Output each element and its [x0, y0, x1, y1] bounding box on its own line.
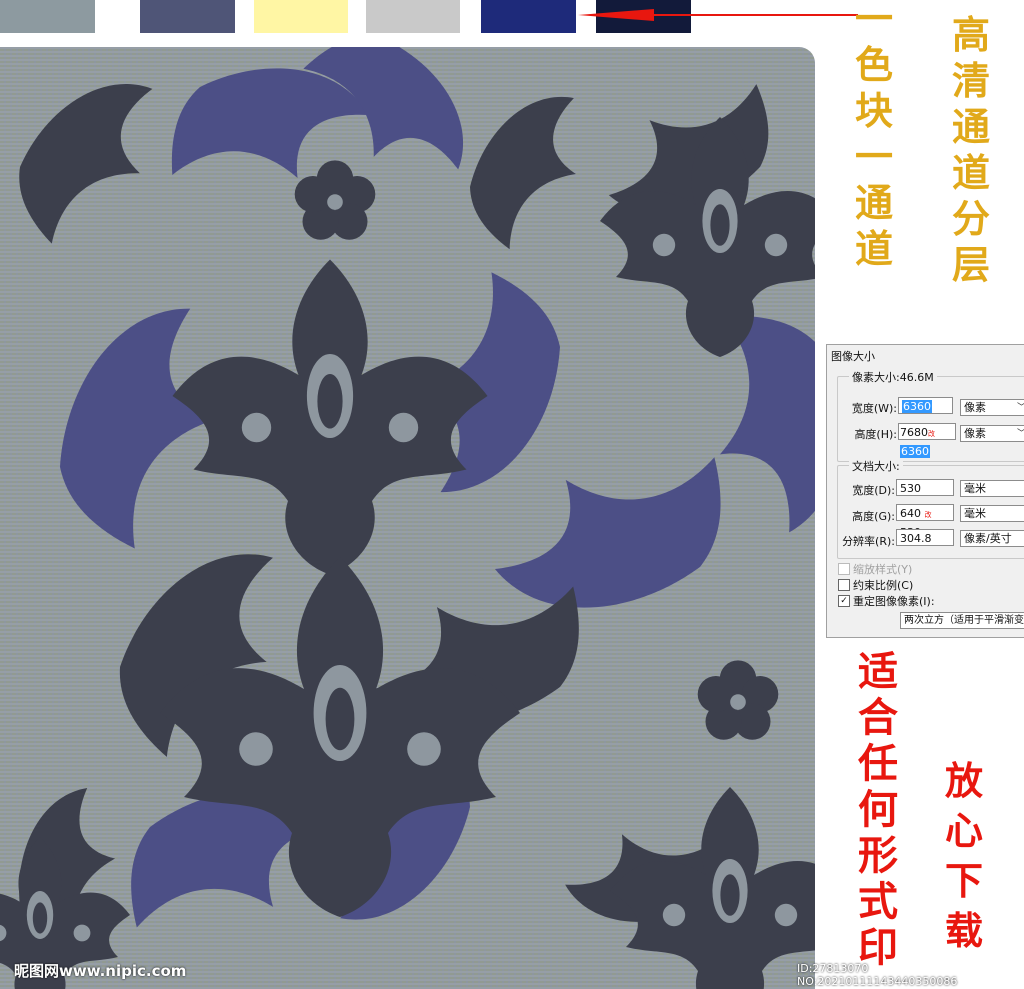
annotation-column-two: 高 清 通 道 分 层	[952, 16, 990, 284]
height-input[interactable]: 7680改 6360	[898, 423, 956, 458]
scale-styles-checkbox[interactable]: 缩放样式(Y)	[838, 561, 912, 577]
resample-method: 两次立方（适用于平滑渐变	[904, 615, 1024, 626]
annotation-column-four: 放 心 下 载	[945, 762, 983, 950]
swatch-5	[481, 0, 576, 33]
constrain-label: 约束比例(C)	[853, 579, 914, 592]
image-size-dialog: 图像大小 像素大小:46.6M 宽度(W): 6360 像素 ﹀ 高度(H): 7…	[826, 344, 1024, 638]
height-value-old: 7680	[900, 426, 928, 439]
annotation-char: 层	[952, 242, 991, 287]
swatch-4	[366, 0, 460, 33]
check-icon: ✓	[838, 595, 850, 607]
width-unit-select[interactable]: 像素 ﹀	[960, 399, 1024, 416]
annotation-char: 式	[858, 878, 898, 925]
scale-styles-label: 缩放样式(Y)	[853, 563, 913, 576]
width-unit: 像素	[964, 401, 986, 414]
resolution-unit: 像素/英寸	[964, 532, 1012, 545]
doc-width-unit-select[interactable]: 毫米	[960, 480, 1024, 497]
swatch-3	[254, 0, 348, 33]
resample-checkbox[interactable]: ✓ 重定图像像素(I):	[838, 593, 935, 609]
red-arrow-icon	[578, 9, 858, 21]
annotation-char: 心	[945, 808, 984, 853]
doc-height-unit: 毫米	[964, 507, 986, 520]
site-watermark: 昵图网www.nipic.com	[14, 962, 187, 980]
swatch-2	[140, 0, 235, 33]
annotation-char: 清	[952, 58, 991, 103]
doc-height-value-old: 640	[900, 507, 921, 520]
annotation-char: 通	[952, 104, 991, 149]
height-unit-select[interactable]: 像素 ﹀	[960, 425, 1024, 442]
height-label: 高度(H):	[854, 428, 897, 441]
height-unit: 像素	[964, 427, 986, 440]
damask-pattern-image	[0, 47, 815, 989]
annotation-char: 放	[945, 758, 984, 803]
doc-width-value: 530	[900, 482, 921, 495]
resample-label: 重定图像像素(I):	[853, 595, 935, 608]
annotation-char: 道	[855, 226, 894, 271]
chevron-down-icon: ﹀	[1017, 426, 1024, 442]
annotation-char: 形	[858, 832, 898, 879]
annotation-char: 适	[858, 648, 898, 695]
doc-height-label: 高度(G):	[852, 510, 895, 523]
id-watermark: ID:27813070 NO:20210111143440350086	[797, 962, 958, 988]
annotation-char: 高	[952, 12, 991, 57]
annotation-char: 色	[855, 42, 894, 87]
resolution-value: 304.8	[900, 532, 932, 545]
annotation-char: 通	[855, 180, 894, 225]
resample-method-select[interactable]: 两次立方（适用于平滑渐变	[900, 612, 1024, 629]
width-label: 宽度(W):	[851, 402, 897, 415]
annotation-column-one: 一 色 块 一 通 道	[855, 0, 893, 268]
document-size-label: 文档大小:	[849, 458, 903, 474]
constrain-proportions-checkbox[interactable]: 约束比例(C)	[838, 577, 913, 593]
annotation-char: 一	[855, 134, 894, 179]
pixel-dimensions-group	[837, 376, 1024, 462]
annotation-char: 合	[858, 694, 898, 741]
annotation-char: 何	[858, 786, 898, 833]
doc-width-input[interactable]: 530	[896, 479, 954, 496]
chevron-down-icon: ﹀	[1017, 400, 1024, 416]
annotation-char: 道	[952, 150, 991, 195]
doc-width-unit: 毫米	[964, 482, 986, 495]
height-value-new: 6360	[900, 445, 930, 458]
annotation-char: 一	[855, 0, 894, 41]
checkbox-box	[838, 563, 850, 575]
doc-height-mark: 改	[924, 511, 932, 519]
annotation-char: 任	[858, 740, 898, 787]
annotation-char: 载	[945, 908, 984, 953]
width-input[interactable]: 6360	[898, 397, 953, 414]
resolution-label: 分辨率(R):	[842, 535, 895, 548]
doc-width-label: 宽度(D):	[852, 484, 895, 497]
resolution-unit-select[interactable]: 像素/英寸	[960, 530, 1024, 547]
height-mark: 改	[928, 430, 935, 438]
resolution-input[interactable]: 304.8	[896, 529, 954, 546]
annotation-column-three: 适 合 任 何 形 式 印	[858, 652, 898, 968]
annotation-char: 分	[952, 196, 991, 241]
annotation-char: 块	[855, 88, 894, 133]
annotation-char: 下	[945, 858, 984, 903]
dialog-title: 图像大小	[831, 350, 875, 363]
width-value: 6360	[902, 400, 932, 413]
pixel-size-label: 像素大小:46.6M	[849, 369, 937, 385]
swatch-1	[0, 0, 95, 33]
doc-height-input[interactable]: 640 改 530	[896, 504, 954, 539]
checkbox-box	[838, 579, 850, 591]
doc-height-unit-select[interactable]: 毫米	[960, 505, 1024, 522]
